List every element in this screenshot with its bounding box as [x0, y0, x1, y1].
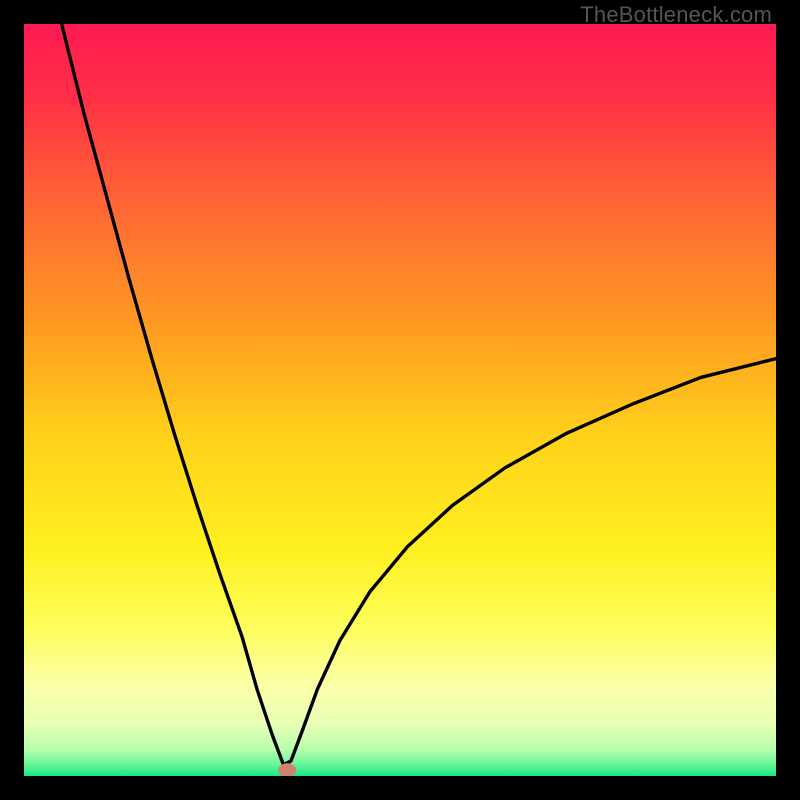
watermark-text: TheBottleneck.com	[580, 2, 772, 28]
curve-layer	[24, 24, 776, 776]
chart-frame: TheBottleneck.com	[0, 0, 800, 800]
minimum-marker	[278, 763, 296, 776]
bottleneck-curve	[62, 24, 776, 765]
plot-area	[24, 24, 776, 776]
